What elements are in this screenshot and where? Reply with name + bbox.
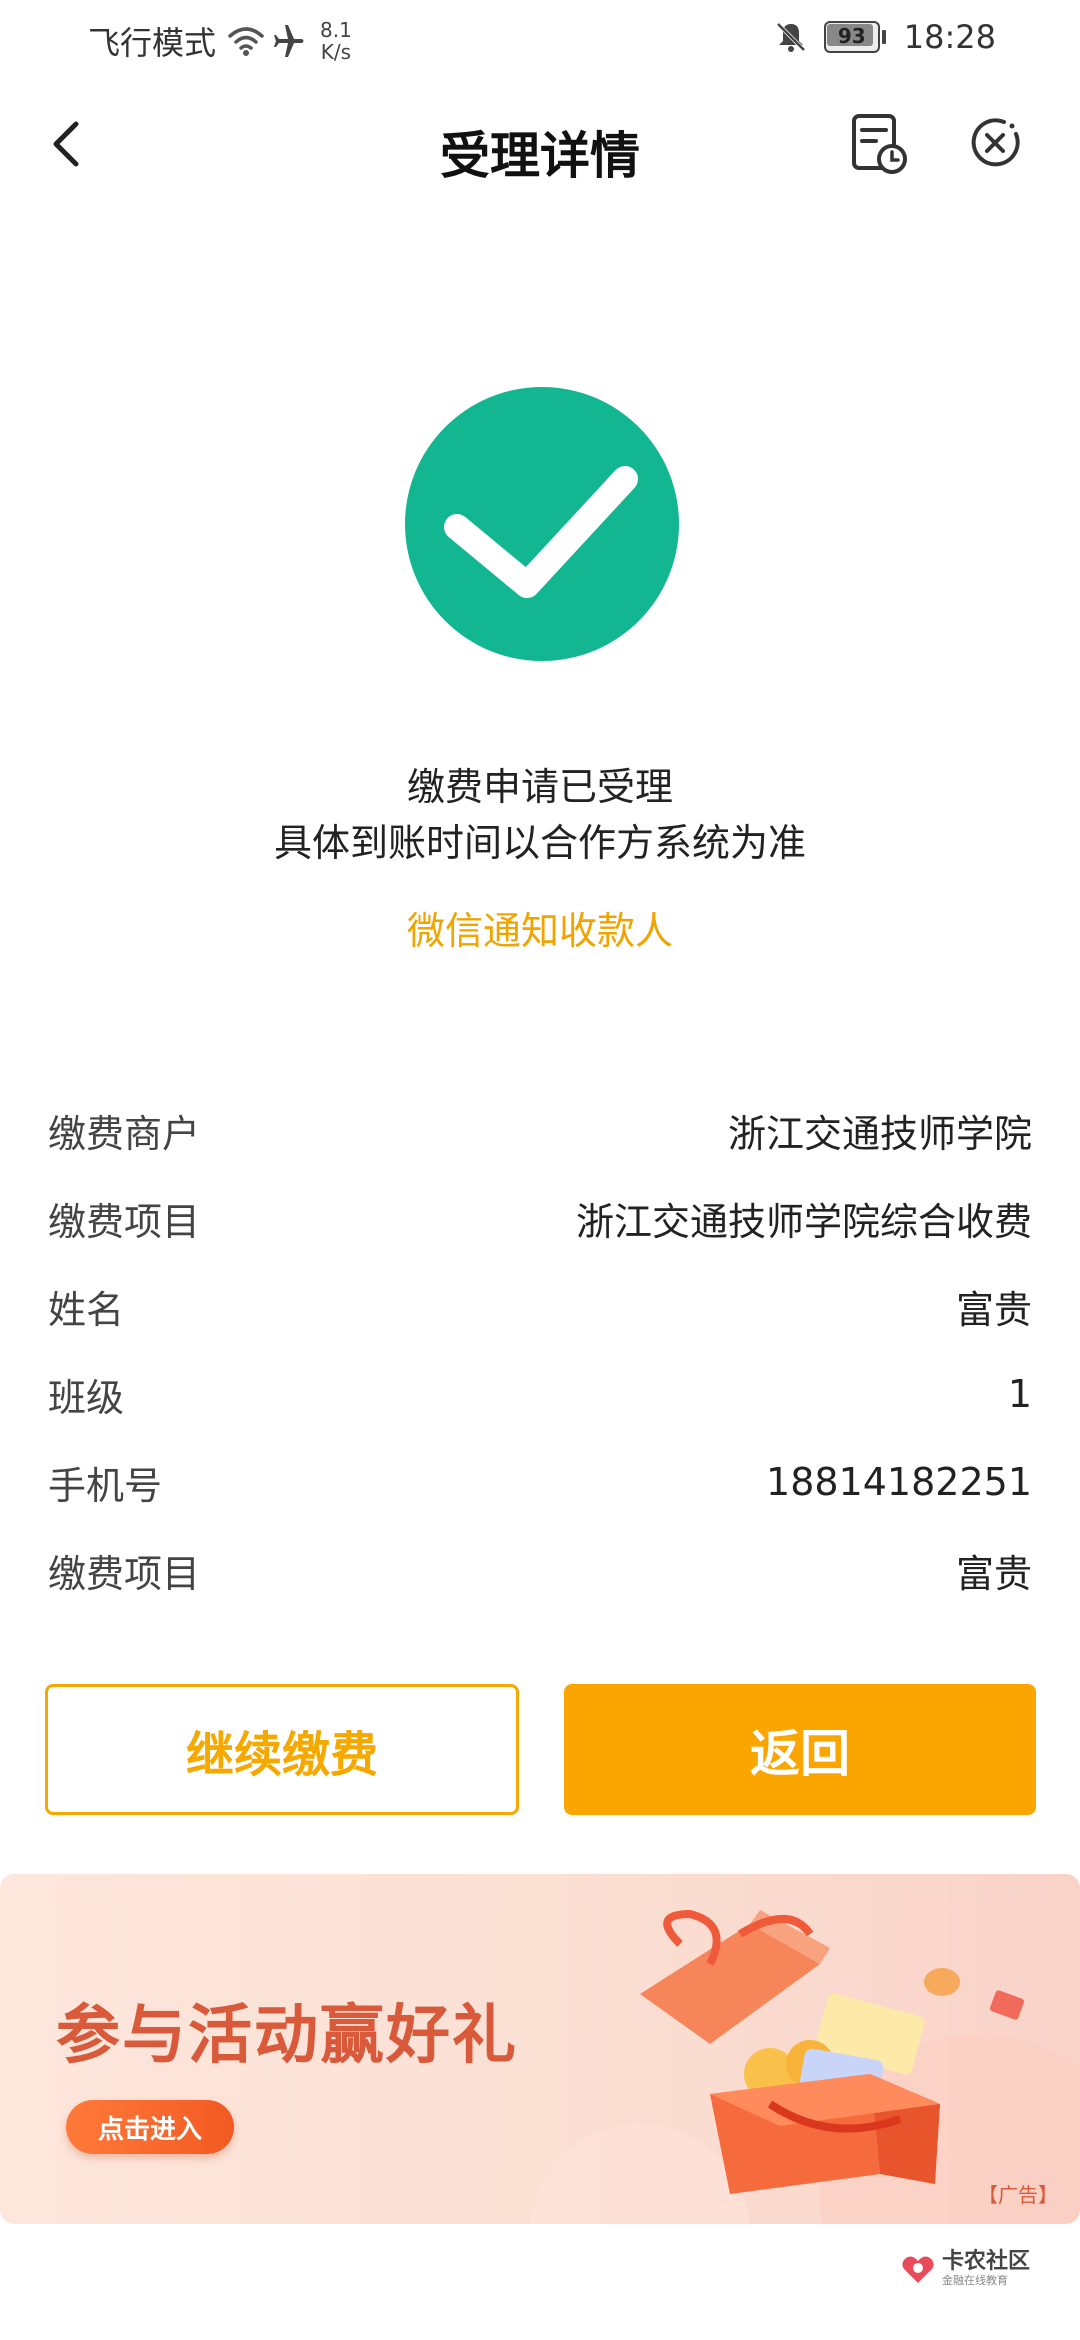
detail-label: 手机号	[48, 1463, 163, 1508]
banner-title: 参与活动赢好礼	[56, 1999, 518, 2073]
detail-value: 浙江交通技师学院	[727, 1111, 1032, 1156]
banner-enter-button[interactable]: 点击进入	[66, 2100, 234, 2154]
nav-header: 受理详情	[0, 100, 1080, 190]
close-circle-icon[interactable]	[966, 114, 1024, 172]
detail-label: 缴费项目	[48, 1551, 201, 1596]
detail-label: 缴费项目	[48, 1199, 201, 1244]
result-message: 缴费申请已受理	[406, 765, 673, 809]
detail-label: 姓名	[48, 1287, 125, 1332]
detail-row-class: 班级 1	[48, 1350, 1032, 1438]
return-button[interactable]: 返回	[564, 1684, 1036, 1815]
detail-label: 缴费商户	[48, 1111, 201, 1156]
detail-row-item-2: 缴费项目 富贵	[48, 1526, 1032, 1614]
detail-row-merchant: 缴费商户 浙江交通技师学院	[48, 1086, 1032, 1174]
airplane-icon	[274, 25, 304, 57]
status-bar: 飞行模式 8.1 K/s 93 18:28	[0, 0, 1080, 80]
bell-muted-icon	[776, 22, 806, 52]
kanong-logo-icon	[902, 2256, 934, 2283]
result-note: 具体到账时间以合作方系统为准	[273, 821, 806, 865]
detail-label: 班级	[48, 1375, 125, 1420]
page: 飞行模式 8.1 K/s 93 18:28 受理详情 缴费申请已受理 具体到账时…	[0, 0, 1080, 2340]
speed-unit: K/s	[320, 40, 352, 64]
watermark: 卡农社区 金融在线教育	[900, 2250, 1030, 2288]
network-speed: 8.1 K/s	[320, 19, 352, 63]
notify-payee-link[interactable]: 微信通知收款人	[0, 900, 1080, 955]
ad-tag: 【广告】	[978, 2183, 1058, 2207]
clock: 18:28	[903, 18, 996, 56]
airplane-mode-label: 飞行模式	[88, 24, 217, 62]
detail-list: 缴费商户 浙江交通技师学院 缴费项目 浙江交通技师学院综合收费 姓名 富贵 班级…	[48, 1086, 1032, 1614]
detail-value: 富贵	[955, 1551, 1032, 1596]
check-circle-icon	[405, 387, 679, 661]
detail-row-phone: 手机号 18814182251	[48, 1438, 1032, 1526]
battery-icon: 93	[823, 21, 886, 53]
speed-value: 8.1	[320, 18, 352, 42]
battery-level: 93	[837, 24, 866, 48]
detail-value: 18814182251	[766, 1460, 1032, 1504]
document-clock-icon[interactable]	[848, 110, 908, 176]
checkmark-icon	[444, 466, 638, 598]
status-left: 飞行模式 8.1 K/s	[88, 18, 352, 64]
detail-value: 富贵	[955, 1287, 1032, 1332]
gift-box-icon	[640, 1909, 1025, 2194]
page-title: 受理详情	[440, 127, 640, 185]
watermark-text: 卡农社区 金融在线教育	[942, 2250, 1030, 2288]
watermark-title: 卡农社区	[942, 2249, 1031, 2274]
detail-value: 1	[1007, 1372, 1032, 1416]
watermark-subtitle: 金融在线教育	[942, 2274, 1008, 2287]
continue-payment-button[interactable]: 继续缴费	[45, 1684, 519, 1815]
status-right: 93 18:28	[774, 18, 996, 56]
detail-row-name: 姓名 富贵	[48, 1262, 1032, 1350]
wifi-icon	[228, 27, 264, 56]
promo-banner[interactable]: 参与活动赢好礼 点击进入 【广告】	[0, 1874, 1080, 2224]
detail-value: 浙江交通技师学院综合收费	[575, 1199, 1032, 1244]
detail-row-item: 缴费项目 浙江交通技师学院综合收费	[48, 1174, 1032, 1262]
